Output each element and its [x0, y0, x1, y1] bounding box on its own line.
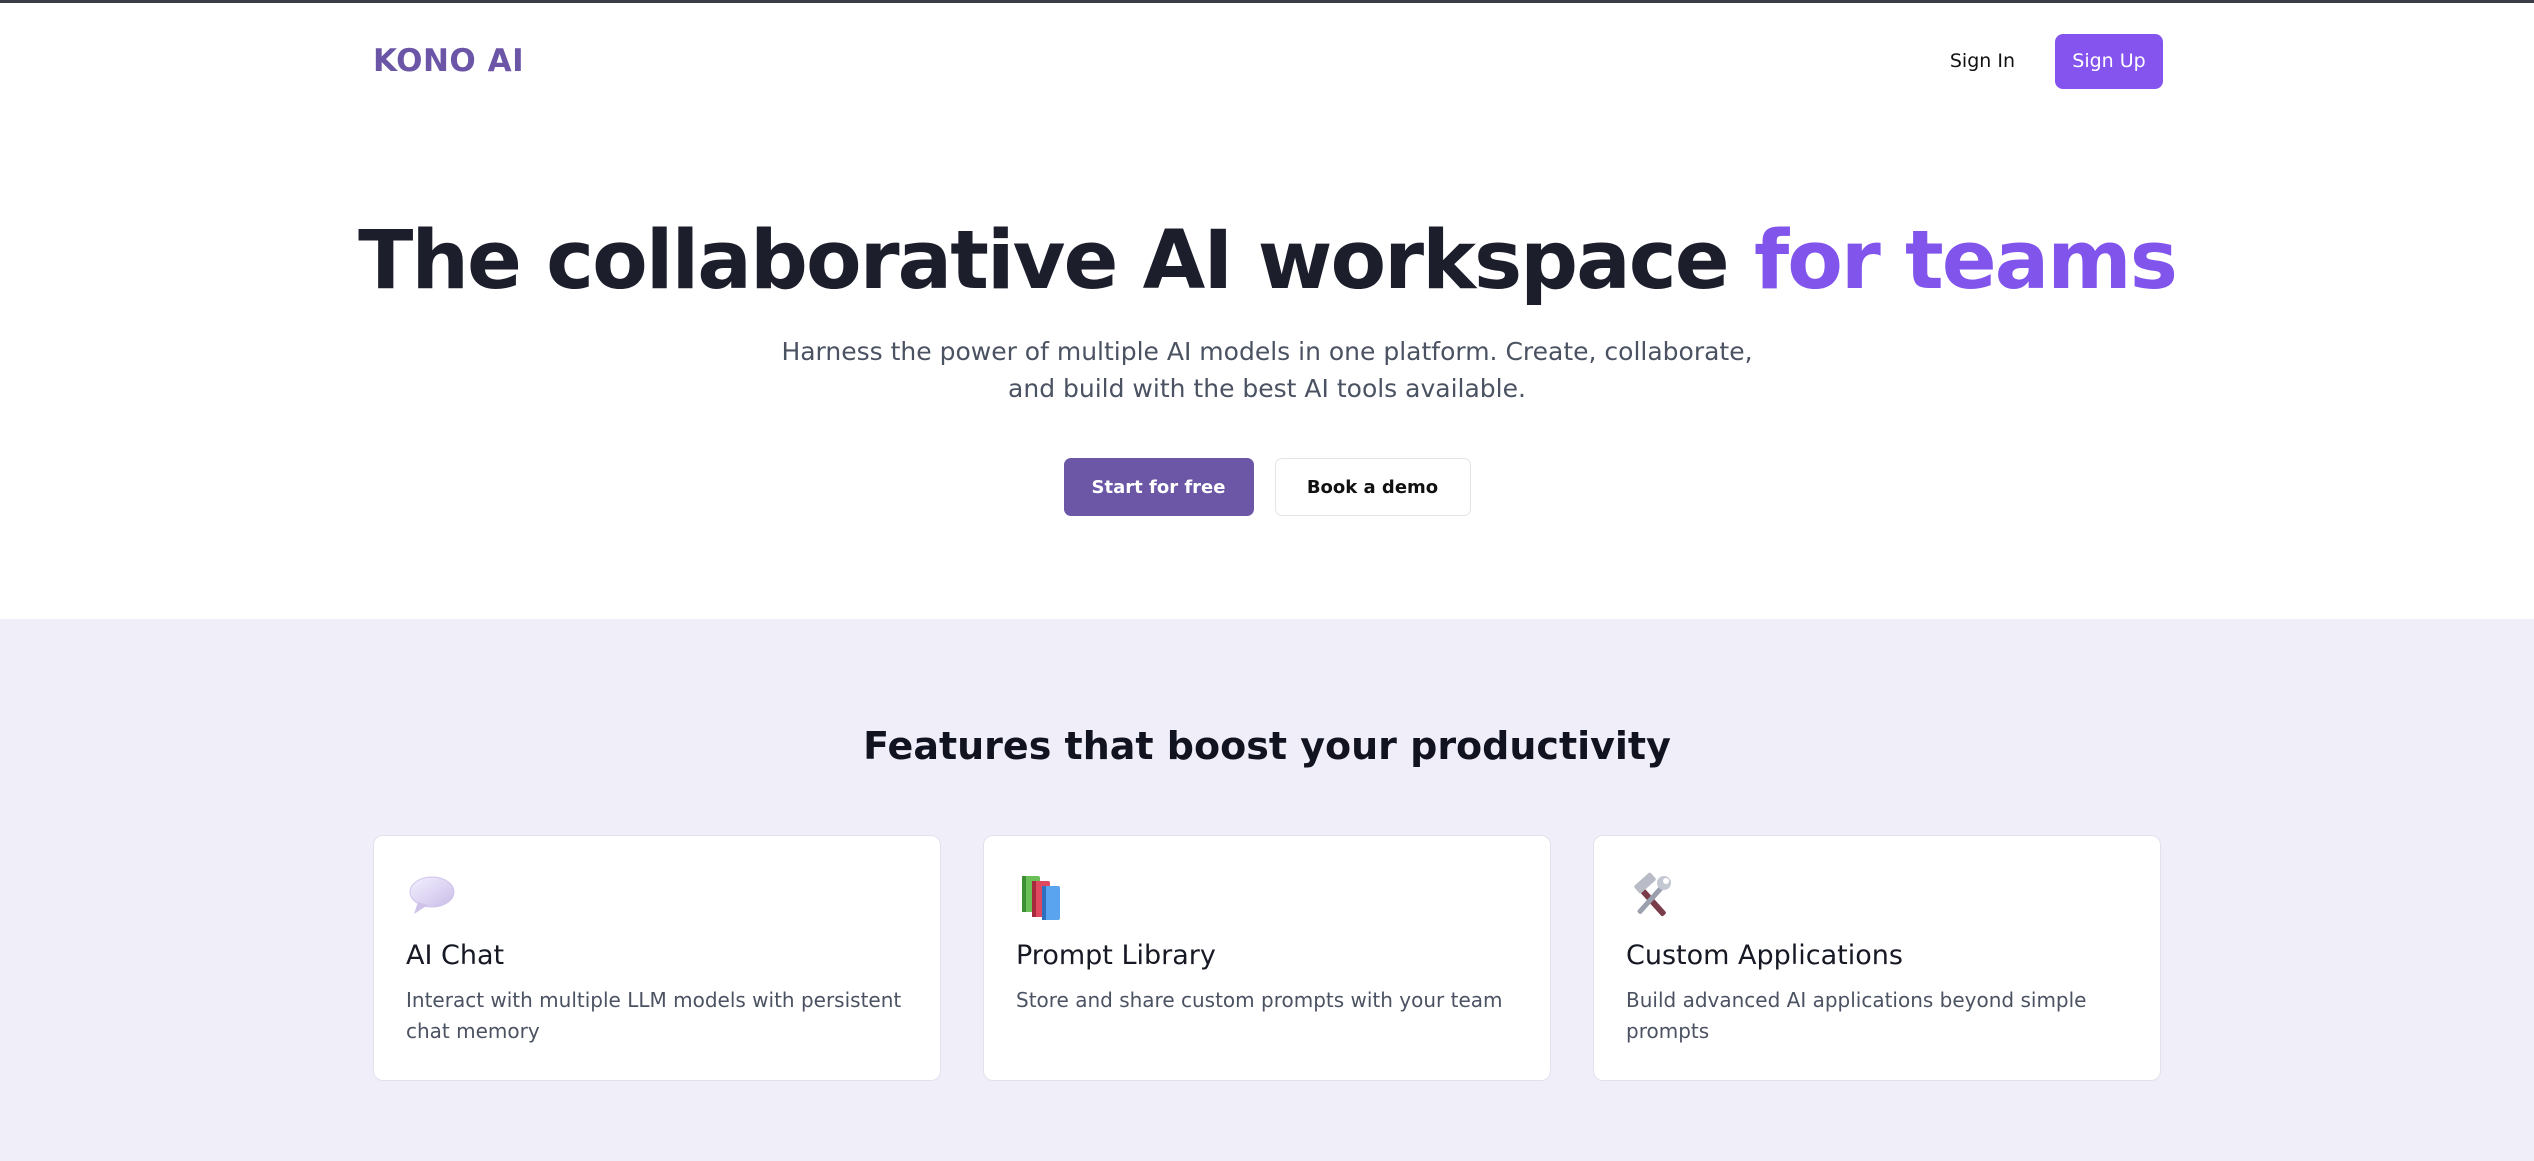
hero-buttons: Start for free Book a demo — [0, 458, 2534, 516]
start-free-button[interactable]: Start for free — [1063, 458, 1254, 516]
feature-title: Prompt Library — [1016, 940, 1216, 971]
feature-card-ai-chat: AI Chat Interact with multiple LLM model… — [373, 835, 941, 1081]
feature-description: Interact with multiple LLM models with p… — [406, 988, 902, 1043]
site-header: KONO AI Sign In Sign Up — [373, 3, 2163, 119]
hero-section: The collaborative AI workspace for teams… — [0, 119, 2534, 619]
book-demo-button[interactable]: Book a demo — [1274, 458, 1471, 516]
feature-title: Custom Applications — [1626, 940, 1903, 971]
sign-in-button[interactable]: Sign In — [1938, 40, 2027, 82]
books-icon — [1022, 876, 1060, 920]
hero-title-main: The collaborative AI workspace — [358, 214, 1754, 308]
sign-up-button[interactable]: Sign Up — [2055, 33, 2163, 89]
feature-title: AI Chat — [406, 940, 505, 971]
feature-description: Build advanced AI applications beyond si… — [1626, 988, 2087, 1043]
hero-subtitle: Harness the power of multiple AI models … — [781, 337, 1753, 403]
feature-card-custom-applications: Custom Applications Build advanced AI ap… — [1593, 835, 2161, 1081]
feature-description: Store and share custom prompts with your… — [1016, 988, 1503, 1012]
feature-cards: AI Chat Interact with multiple LLM model… — [373, 835, 2163, 1081]
feature-card-prompt-library: Prompt Library Store and share custom pr… — [983, 835, 1551, 1081]
logo[interactable]: KONO AI — [373, 43, 524, 79]
speech-bubble-icon — [409, 876, 455, 914]
hero-title-accent: for teams — [1753, 214, 2178, 308]
features-section: Features that boost your productivity AI… — [0, 619, 2534, 1161]
hero-title: The collaborative AI workspace for teams — [0, 214, 2534, 308]
features-heading: Features that boost your productivity — [863, 724, 1671, 768]
hammer-wrench-icon — [1634, 872, 1671, 917]
nav-actions: Sign In Sign Up — [1938, 33, 2163, 89]
